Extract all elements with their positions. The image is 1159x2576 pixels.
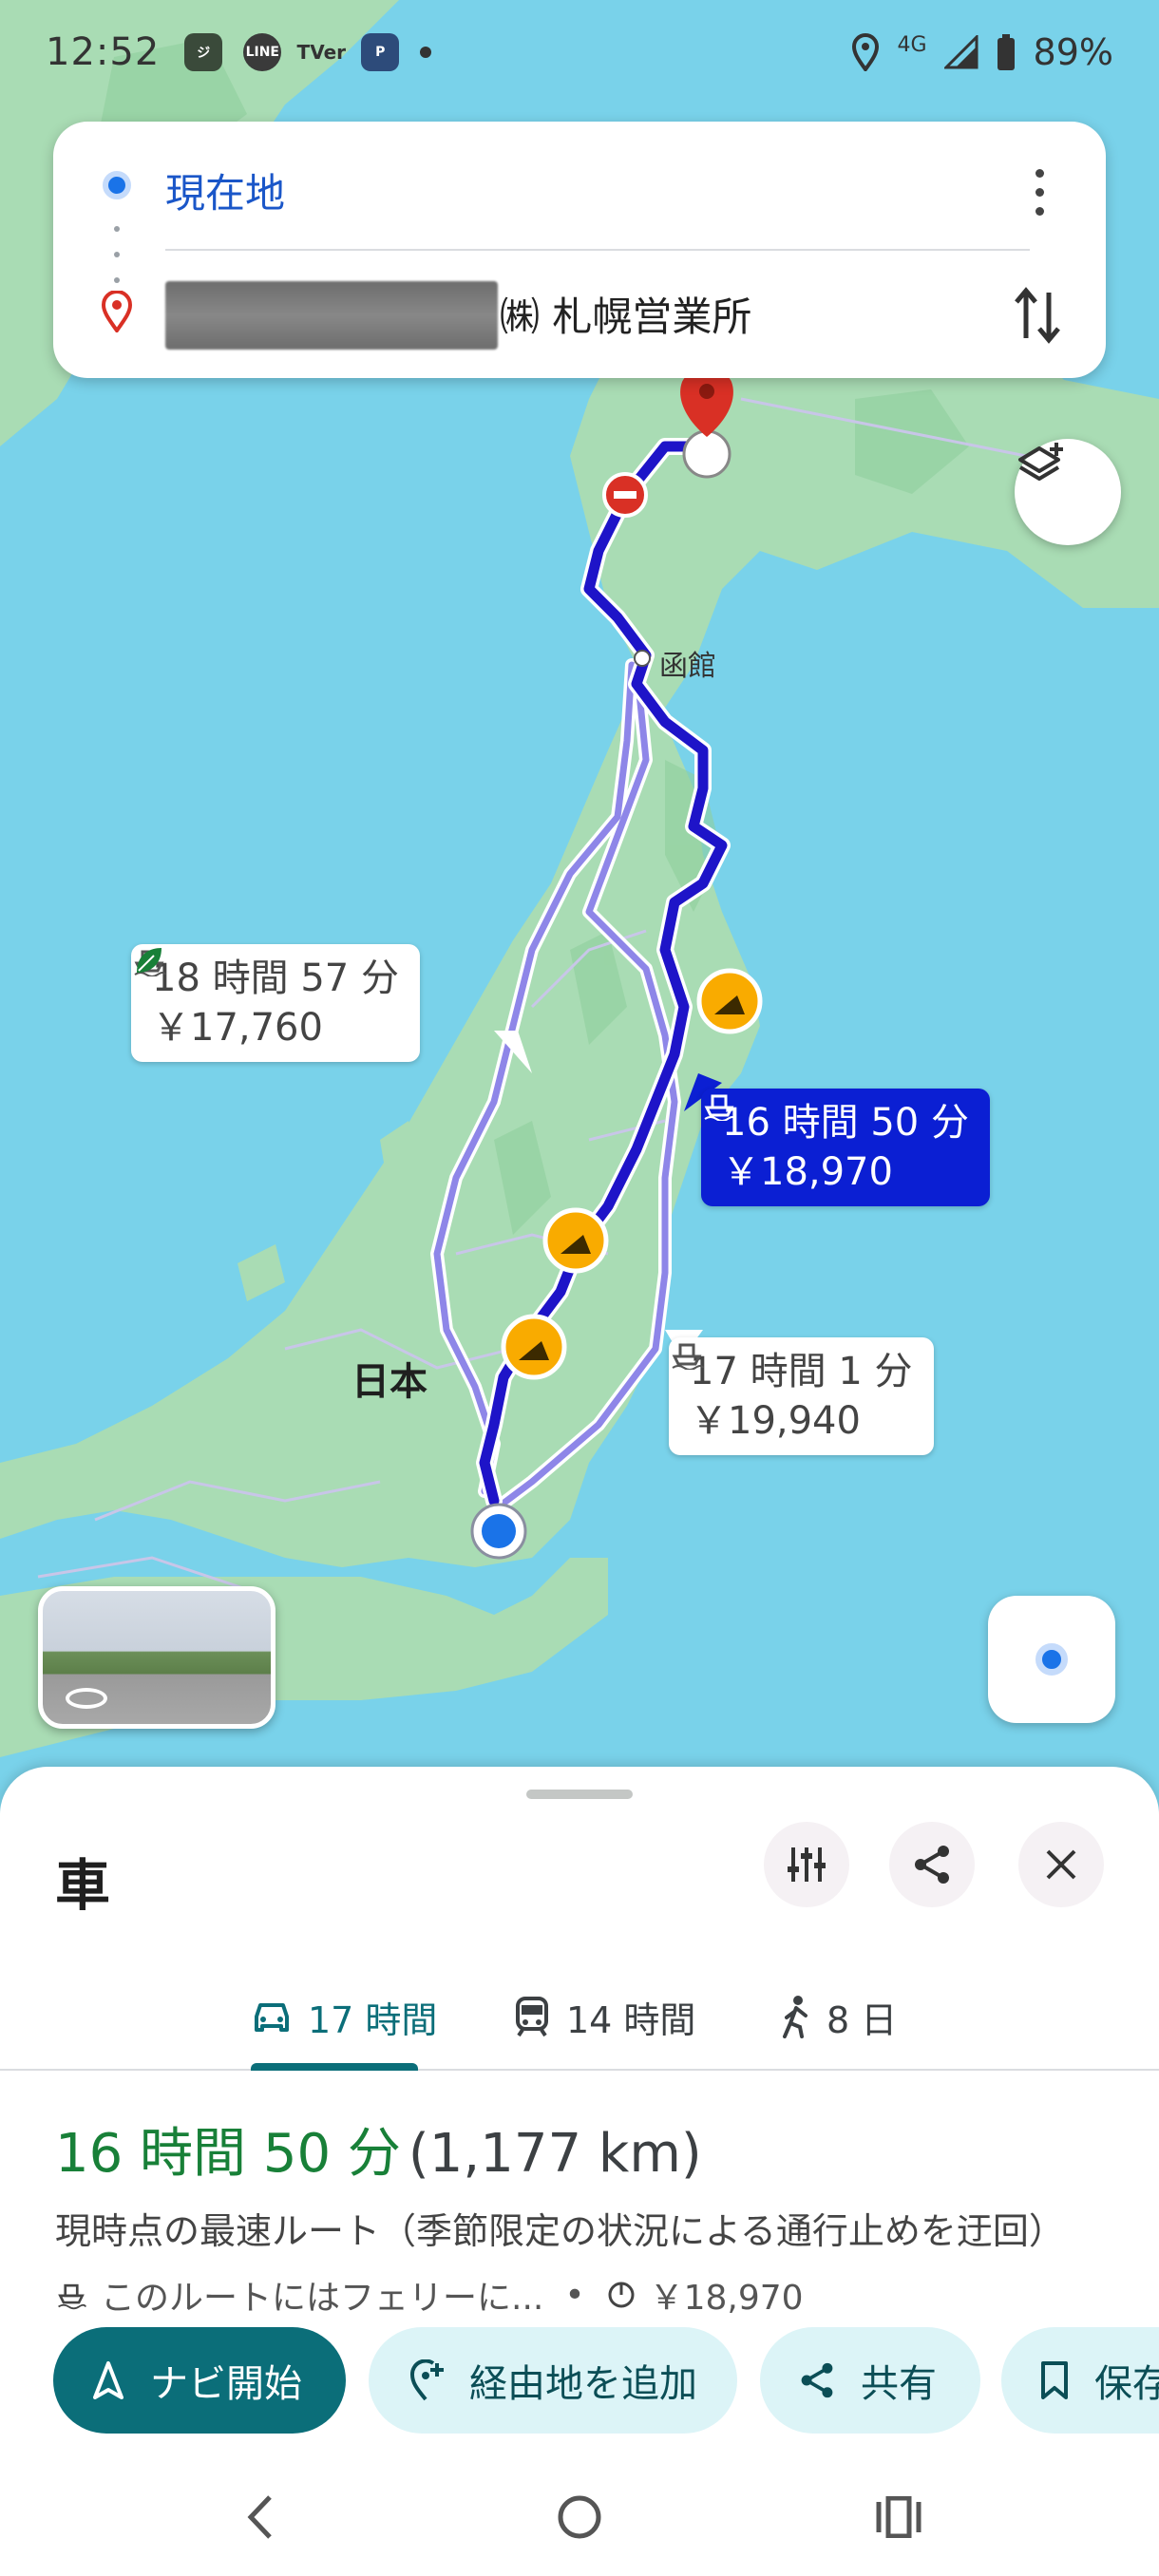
swap-direction-button[interactable] <box>1007 281 1068 350</box>
share-label: 共有 <box>861 2362 937 2406</box>
train-icon <box>516 1997 548 2037</box>
my-location-icon <box>1036 1643 1068 1676</box>
share-icon <box>915 1846 949 1884</box>
add-location-icon <box>410 2359 444 2401</box>
line-icon: LINE <box>243 33 282 71</box>
route-notes: このルートにはフェリーに... • ￥18,970 <box>55 2270 804 2320</box>
route-time: 16 時間 50 分 <box>722 1101 969 1145</box>
bookmark-icon <box>1041 2361 1068 2399</box>
home-circle-icon <box>558 2495 601 2539</box>
battery-icon <box>997 34 1015 70</box>
destination-marker-icon <box>101 291 133 332</box>
start-navigation-button[interactable]: ナビ開始 <box>53 2327 346 2434</box>
back-button[interactable] <box>232 2489 289 2546</box>
route-cost: ￥19,940 <box>690 1399 861 1443</box>
route-option-main[interactable]: 16 時間 50 分 ￥18,970 <box>701 1089 990 1206</box>
travel-mode-tabs: 17 時間 14 時間 8 日 <box>0 1964 1159 2071</box>
route-options-button[interactable] <box>764 1822 849 1907</box>
route-cost: ￥18,970 <box>722 1150 893 1194</box>
route-option-alt1[interactable]: 18 時間 57 分 ￥17,760 <box>131 944 420 1062</box>
navigation-arrow-icon <box>93 2361 124 2399</box>
road-closed-icon <box>602 472 648 518</box>
share-icon <box>801 2362 833 2398</box>
travel-mode-title: 車 <box>55 1853 111 1918</box>
action-buttons: ナビ開始 経由地を追加 共有 保存 <box>53 2327 1159 2434</box>
close-icon <box>1046 1849 1076 1880</box>
save-label: 保存 <box>1094 2362 1159 2406</box>
origin-location-icon <box>470 1503 527 1560</box>
system-navigation-bar <box>0 2460 1159 2576</box>
tab-walk[interactable]: 8 日 <box>779 1964 897 2069</box>
origin-dot-icon <box>103 171 131 199</box>
close-button[interactable] <box>1018 1822 1104 1907</box>
more-options-button[interactable] <box>1020 163 1058 220</box>
ferry-icon <box>704 1094 736 1121</box>
tab-transit[interactable]: 14 時間 <box>513 1964 695 2069</box>
route-time: 17 時間 1 分 <box>690 1350 913 1393</box>
route-option-alt2[interactable]: 17 時間 1 分 ￥19,940 <box>669 1337 934 1455</box>
tune-icon <box>788 1847 826 1882</box>
parking-app-icon: P <box>361 33 400 71</box>
start-navigation-label: ナビ開始 <box>150 2362 302 2406</box>
walk-icon <box>783 1996 808 2038</box>
ferry-icon <box>58 2283 87 2310</box>
layers-button[interactable] <box>1015 439 1121 545</box>
recents-icon <box>876 2496 922 2538</box>
rotate-360-icon <box>66 1688 107 1709</box>
route-description: 現時点の最速ルート（季節限定の状況による通行止めを迂回） <box>55 2210 1065 2252</box>
ferry-note: このルートにはフェリーに... <box>101 2279 544 2318</box>
note-separator: • <box>564 2275 585 2315</box>
map-city-label: 函館 <box>659 650 716 683</box>
home-button[interactable] <box>551 2489 608 2546</box>
route-summary[interactable]: 16 時間 50 分 (1,177 km) <box>55 2111 702 2188</box>
car-icon <box>255 2003 289 2032</box>
tab-walk-label: 8 日 <box>826 1998 898 2041</box>
share-route-button[interactable] <box>889 1822 975 1907</box>
directions-bottom-sheet: 車 17 時間 14 時間 8 日 16 時間 50 分 (1,177 km) 現… <box>0 1767 1159 2576</box>
sheet-drag-handle[interactable] <box>526 1790 633 1799</box>
status-bar: 12:52 ジ LINE TVer P 4G 89% <box>0 0 1159 104</box>
status-time: 12:52 <box>46 30 161 74</box>
construction-icon <box>542 1207 609 1274</box>
route-cost: ￥17,760 <box>152 1006 323 1050</box>
toll-cost: ￥18,970 <box>649 2279 804 2318</box>
more-notifications-dot <box>420 47 432 58</box>
location-status-icon <box>852 33 880 71</box>
street-view-thumbnail[interactable] <box>38 1586 276 1729</box>
add-stop-button[interactable]: 経由地を追加 <box>369 2327 737 2434</box>
route-duration: 16 時間 50 分 <box>55 2123 401 2185</box>
construction-icon <box>501 1314 567 1380</box>
save-button[interactable]: 保存 <box>1001 2327 1159 2434</box>
tab-car[interactable]: 17 時間 <box>251 1964 437 2069</box>
tab-car-label: 17 時間 <box>308 1998 438 2041</box>
tver-icon: TVer <box>296 41 347 64</box>
recents-button[interactable] <box>870 2489 927 2546</box>
jimoty-icon: ジ <box>184 33 223 71</box>
construction-icon <box>696 968 763 1034</box>
share-button[interactable]: 共有 <box>760 2327 980 2434</box>
route-distance: (1,177 km) <box>408 2123 702 2185</box>
card-divider <box>165 249 1030 251</box>
signal-icon <box>943 35 978 69</box>
add-stop-label: 経由地を追加 <box>469 2362 697 2406</box>
map-country-label: 日本 <box>352 1360 428 1404</box>
tab-transit-label: 14 時間 <box>566 1998 696 2041</box>
active-tab-indicator <box>251 2063 418 2071</box>
eco-leaf-icon <box>137 948 162 973</box>
toll-icon <box>608 2282 635 2308</box>
ferry-icon <box>672 1343 704 1370</box>
destination-field[interactable]: ㈱ 札幌営業所 <box>500 285 751 343</box>
my-location-button[interactable] <box>988 1596 1115 1723</box>
battery-percent: 89% <box>1033 31 1113 73</box>
redacted-text <box>165 281 498 350</box>
origin-field[interactable]: 現在地 <box>165 161 285 219</box>
layers-add-icon <box>1018 443 1063 481</box>
route-connector <box>114 226 120 283</box>
notification-icons: ジ LINE TVer P <box>184 33 432 71</box>
directions-search-card: 現在地 ㈱ 札幌営業所 <box>53 122 1106 378</box>
route-time: 18 時間 57 分 <box>152 957 399 1000</box>
back-chevron-icon <box>247 2495 272 2539</box>
network-type: 4G <box>897 33 927 57</box>
